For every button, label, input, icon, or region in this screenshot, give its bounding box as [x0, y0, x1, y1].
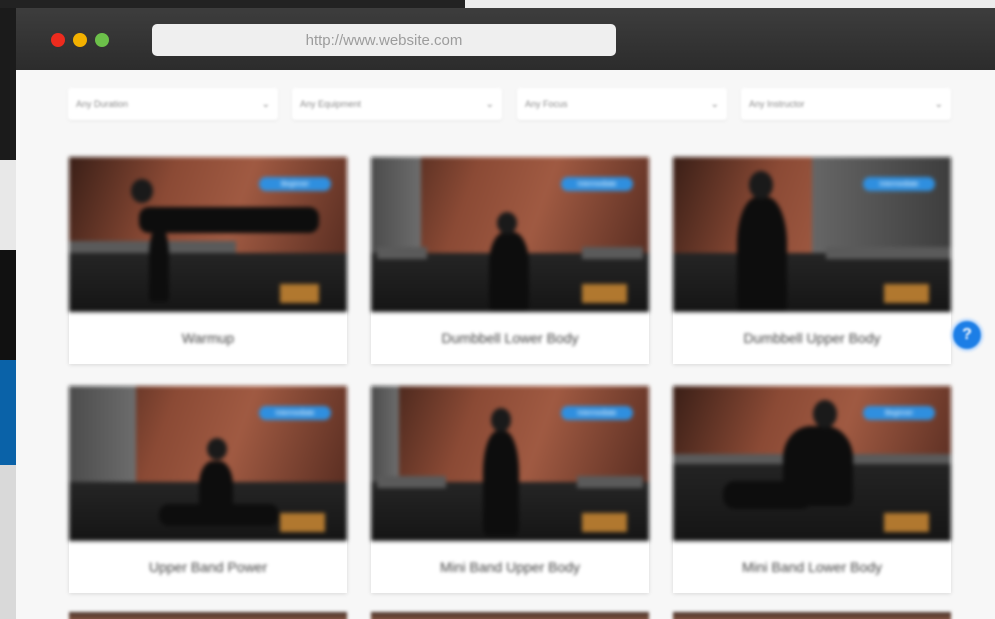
workout-thumbnail: Intermediate	[371, 157, 649, 312]
minimize-window-icon[interactable]	[73, 33, 87, 47]
workout-title: Mini Band Upper Body	[439, 559, 581, 575]
filter-bar: Any Duration ⌄ Any Equipment ⌄ Any Focus…	[68, 88, 952, 122]
workout-card[interactable]: Intermediate Dumbbell Upper Body	[673, 157, 951, 364]
duration-filter-select[interactable]: Any Duration ⌄	[68, 88, 278, 120]
instructor-filter-label: Any Instructor	[749, 99, 805, 109]
focus-filter-select[interactable]: Any Focus ⌄	[517, 88, 727, 120]
workout-title: Mini Band Lower Body	[741, 559, 883, 575]
maximize-window-icon[interactable]	[95, 33, 109, 47]
chevron-down-icon: ⌄	[485, 98, 494, 110]
workout-title: Warmup	[181, 330, 235, 346]
workout-title: Dumbbell Lower Body	[441, 330, 579, 346]
workout-card[interactable]: Intermediate Upper Band Power	[69, 386, 347, 593]
workout-thumbnail: Intermediate	[371, 386, 649, 541]
workout-thumbnail: Beginner	[69, 157, 347, 312]
workout-card[interactable]: Intermediate Mini Band Upper Body	[371, 386, 649, 593]
workout-card-partial[interactable]	[371, 612, 649, 619]
workout-thumbnail: Beginner	[673, 386, 951, 541]
workout-card[interactable]: Beginner Mini Band Lower Body	[673, 386, 951, 593]
workout-card-partial[interactable]	[673, 612, 951, 619]
difficulty-badge: Intermediate	[259, 406, 331, 420]
workout-thumbnail: Intermediate	[69, 386, 347, 541]
background-left-edge	[0, 0, 16, 619]
address-bar[interactable]: http://www.website.com	[152, 24, 616, 56]
focus-filter-label: Any Focus	[525, 99, 568, 109]
background-top-edge	[0, 0, 995, 8]
instructor-filter-select[interactable]: Any Instructor ⌄	[741, 88, 951, 120]
difficulty-badge: Intermediate	[863, 177, 935, 191]
chevron-down-icon: ⌄	[710, 98, 719, 110]
workout-card-partial[interactable]	[69, 612, 347, 619]
help-button[interactable]: ?	[950, 318, 984, 352]
duration-filter-label: Any Duration	[76, 99, 129, 109]
help-icon: ?	[962, 326, 972, 343]
difficulty-badge: Beginner	[863, 406, 935, 420]
chevron-down-icon: ⌄	[934, 98, 943, 110]
browser-window: http://www.website.com Any Duration ⌄ An…	[16, 8, 995, 619]
browser-titlebar: http://www.website.com	[16, 8, 995, 70]
workout-thumbnail: Intermediate	[673, 157, 951, 312]
equipment-filter-label: Any Equipment	[300, 99, 362, 109]
equipment-filter-select[interactable]: Any Equipment ⌄	[292, 88, 502, 120]
workout-card[interactable]: Beginner Warmup	[69, 157, 347, 364]
difficulty-badge: Intermediate	[561, 406, 633, 420]
workout-title: Upper Band Power	[148, 559, 268, 575]
close-window-icon[interactable]	[51, 33, 65, 47]
workout-card[interactable]: Intermediate Dumbbell Lower Body	[371, 157, 649, 364]
chevron-down-icon: ⌄	[261, 98, 270, 110]
difficulty-badge: Beginner	[259, 177, 331, 191]
workout-title: Dumbbell Upper Body	[743, 330, 881, 346]
difficulty-badge: Intermediate	[561, 177, 633, 191]
